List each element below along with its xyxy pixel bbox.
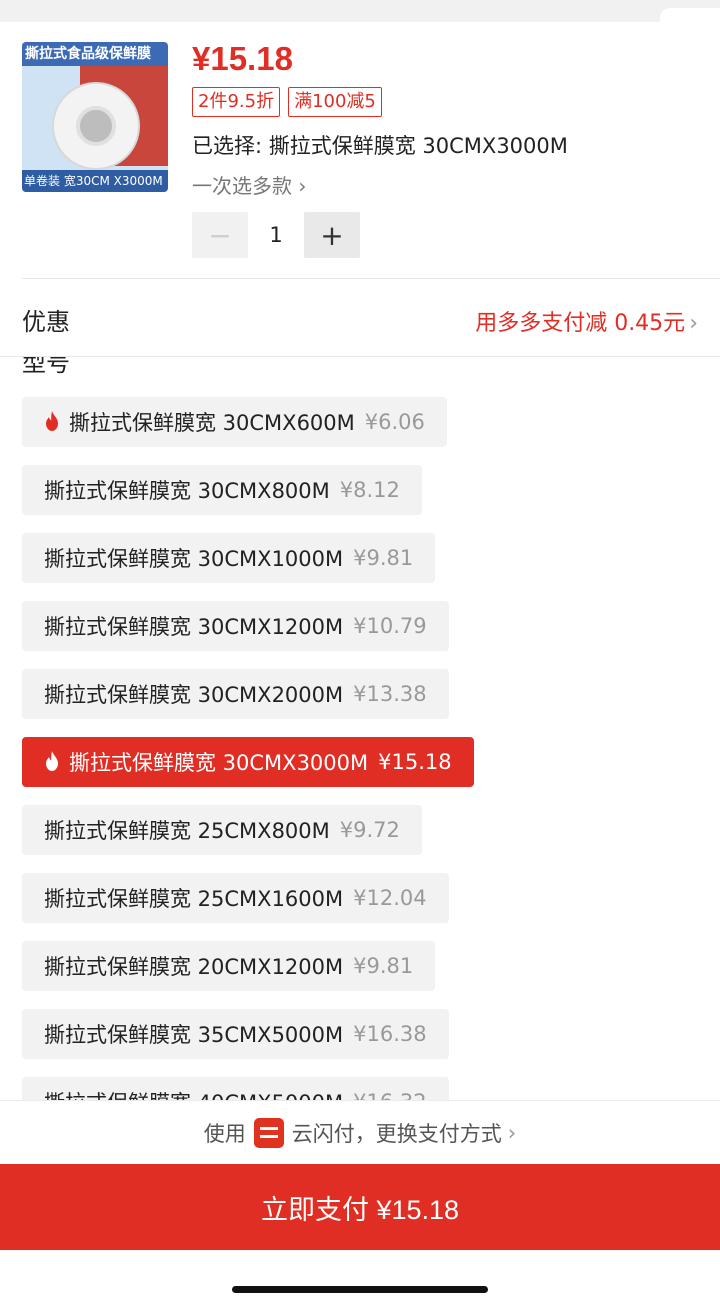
spec-option-price: ¥16.38 (353, 1022, 427, 1046)
spec-option[interactable]: 撕拉式保鲜膜宽 30CMX3000M ¥15.18 (22, 737, 474, 787)
spec-option-name: 撕拉式保鲜膜宽 30CMX3000M (69, 751, 369, 775)
spec-option-name: 撕拉式保鲜膜宽 25CMX800M (44, 819, 330, 843)
spec-option[interactable]: 撕拉式保鲜膜宽 30CMX1000M ¥9.81 (22, 533, 436, 583)
spec-option[interactable]: 撕拉式保鲜膜宽 30CMX2000M ¥13.38 (22, 669, 449, 719)
payment-method-row[interactable]: 使用 云闪付，更换支付方式 › (0, 1100, 720, 1164)
spec-option-price: ¥9.72 (339, 818, 400, 842)
chevron-right-icon: › (507, 1120, 517, 1145)
decrease-button[interactable]: − (192, 212, 248, 258)
spec-option-price: ¥10.79 (353, 614, 427, 638)
spec-option-name: 撕拉式保鲜膜宽 35CMX5000M (44, 1023, 344, 1047)
discount-badges: 2件9.5折 满100减5 (192, 87, 382, 117)
spec-option[interactable]: 撕拉式保鲜膜宽 20CMX1200M ¥9.81 (22, 941, 436, 991)
spec-option-price: ¥9.81 (353, 546, 414, 570)
spec-option[interactable]: 撕拉式保鲜膜宽 40CMX5000M ¥16.32 (22, 1077, 449, 1100)
thumbnail-caption-top: 撕拉式食品级保鲜膜 (22, 42, 168, 66)
spec-option-name: 撕拉式保鲜膜宽 30CMX800M (44, 479, 330, 503)
spec-option-name: 撕拉式保鲜膜宽 30CMX600M (69, 411, 355, 435)
spec-option[interactable]: 撕拉式保鲜膜宽 35CMX5000M ¥16.38 (22, 1009, 449, 1059)
promo-text: 用多多支付减 0.45元 (475, 311, 686, 336)
spec-option-price: ¥8.12 (339, 478, 400, 502)
flame-icon (46, 411, 58, 431)
spec-option-name: 撕拉式保鲜膜宽 30CMX1000M (44, 547, 344, 571)
payment-method-text: 云闪付，更换支付方式 (291, 1121, 502, 1146)
spec-option-price: ¥12.04 (353, 886, 427, 910)
spec-option-price: ¥9.81 (353, 954, 414, 978)
pay-now-button[interactable]: 立即支付 ¥15.18 (0, 1164, 720, 1250)
spec-heading: 型号 (22, 357, 70, 377)
roll-core (76, 106, 116, 146)
chevron-right-icon: › (689, 311, 698, 336)
spec-option-price: ¥15.18 (378, 750, 452, 774)
spec-option-name: 撕拉式保鲜膜宽 40CMX5000M (44, 1087, 343, 1100)
spec-option-name: 撕拉式保鲜膜宽 30CMX1200M (44, 615, 344, 639)
quantity-value[interactable]: 1 (248, 223, 304, 247)
spec-option-name: 撕拉式保鲜膜宽 30CMX2000M (44, 683, 344, 707)
spec-option-price: ¥6.06 (364, 410, 425, 434)
divider (22, 278, 720, 279)
spec-list-scroll[interactable]: 型号 撕拉式保鲜膜宽 30CMX600M ¥6.06 撕拉式保鲜膜宽 30CMX80… (0, 357, 720, 1100)
spec-option-price: ¥13.38 (353, 682, 427, 706)
payment-prefix: 使用 (203, 1121, 246, 1146)
unionpay-icon (253, 1117, 284, 1148)
increase-button[interactable]: + (304, 212, 360, 258)
promo-value: 用多多支付减 0.45元 › (475, 305, 698, 337)
promo-row[interactable]: 优惠 用多多支付减 0.45元 › (0, 280, 720, 356)
spec-option-name: 撕拉式保鲜膜宽 25CMX1600M (44, 887, 344, 911)
spec-option[interactable]: 撕拉式保鲜膜宽 30CMX600M ¥6.06 (22, 397, 447, 447)
spec-option[interactable]: 撕拉式保鲜膜宽 30CMX800M ¥8.12 (22, 465, 422, 515)
promo-label: 优惠 (22, 308, 70, 336)
discount-badge: 满100减5 (288, 87, 382, 117)
flame-icon (46, 751, 58, 771)
film-roll-image (52, 82, 140, 170)
spec-option[interactable]: 撕拉式保鲜膜宽 25CMX800M ¥9.72 (22, 805, 422, 855)
product-price: ¥15.18 (192, 40, 293, 77)
multi-select-link[interactable]: 一次选多款 › (192, 170, 306, 199)
spec-options: 撕拉式保鲜膜宽 30CMX600M ¥6.06 撕拉式保鲜膜宽 30CMX800M ¥… (22, 397, 712, 1100)
thumbnail-caption-bottom: 单卷装 宽30CM X3000M (22, 170, 168, 192)
spec-option[interactable]: 撕拉式保鲜膜宽 25CMX1600M ¥12.04 (22, 873, 449, 923)
selected-spec-text: 已选择: 撕拉式保鲜膜宽 30CMX3000M (192, 134, 568, 158)
top-strip (0, 0, 720, 22)
product-thumbnail[interactable]: 撕拉式食品级保鲜膜 单卷装 宽30CM X3000M (22, 42, 168, 192)
quantity-stepper: − 1 + (192, 212, 360, 258)
home-indicator (232, 1286, 488, 1293)
spec-option[interactable]: 撕拉式保鲜膜宽 30CMX1200M ¥10.79 (22, 601, 449, 651)
spec-option-name: 撕拉式保鲜膜宽 20CMX1200M (44, 955, 344, 979)
sheet-corner (660, 8, 720, 22)
spec-option-price: ¥16.32 (353, 1090, 426, 1100)
discount-badge: 2件9.5折 (192, 87, 281, 117)
